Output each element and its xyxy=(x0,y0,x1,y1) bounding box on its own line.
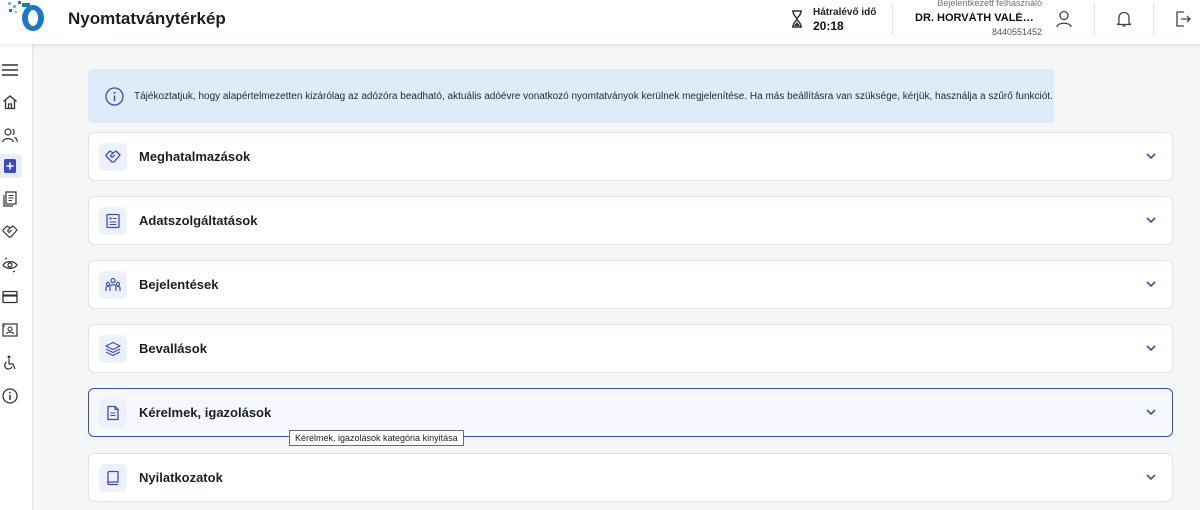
eye-exchange-icon[interactable] xyxy=(1,256,19,274)
info-banner: Tájékoztatjuk, hogy alapértelmezetten ki… xyxy=(88,69,1054,123)
chevron-down-icon[interactable] xyxy=(1144,213,1158,227)
sidebar xyxy=(0,44,33,510)
category-kerelmek-igazolasok[interactable]: Kérelmek, igazolások xyxy=(88,388,1173,437)
info-icon[interactable] xyxy=(1,387,19,405)
timer-label: Hátralévő idő xyxy=(813,7,877,18)
top-header: Nyomtatványtérkép Hátralévő idő 20:18 Be… xyxy=(0,0,1200,44)
header-divider xyxy=(892,4,893,34)
book-icon xyxy=(99,463,127,492)
header-divider xyxy=(1153,4,1154,34)
add-document-icon[interactable] xyxy=(0,154,22,178)
chevron-down-icon[interactable] xyxy=(1144,277,1158,291)
logout-button[interactable] xyxy=(1172,8,1194,30)
home-icon[interactable] xyxy=(1,93,19,111)
category-title: Bejelentések xyxy=(139,277,219,292)
bell-icon xyxy=(1116,11,1132,27)
user-icon xyxy=(1056,10,1072,28)
hourglass-icon xyxy=(792,10,802,28)
list-document-icon xyxy=(99,206,127,235)
layers-icon xyxy=(99,334,127,363)
category-title: Adatszolgáltatások xyxy=(139,213,258,228)
menu-icon[interactable] xyxy=(1,61,19,79)
users-icon[interactable] xyxy=(1,126,19,144)
category-title: Meghatalmazások xyxy=(139,149,251,164)
handshake-icon xyxy=(99,142,127,171)
user-id: 8440551452 xyxy=(991,27,1042,37)
category-nyilatkozatok[interactable]: Nyilatkozatok xyxy=(88,453,1173,502)
category-meghatalmazasok[interactable]: Meghatalmazások xyxy=(88,132,1173,181)
chevron-down-icon[interactable] xyxy=(1144,470,1158,484)
page-title: Nyomtatványtérkép xyxy=(68,9,226,28)
id-card-icon[interactable] xyxy=(1,321,19,339)
category-title: Kérelmek, igazolások xyxy=(139,405,272,420)
nav-logo-icon[interactable] xyxy=(6,0,48,36)
card-icon[interactable] xyxy=(1,288,19,306)
handshake-icon[interactable] xyxy=(1,223,19,241)
user-caption: Bejelentkezett felhasználó xyxy=(937,0,1042,8)
user-name: DR. HORVÁTH VALÉRI… xyxy=(915,12,1040,24)
logout-icon xyxy=(1176,11,1191,27)
category-bevallasok[interactable]: Bevallások xyxy=(88,324,1173,373)
accessibility-icon[interactable] xyxy=(1,354,19,372)
profile-button[interactable] xyxy=(1053,8,1075,30)
info-circle-icon xyxy=(105,86,124,106)
chevron-down-icon[interactable] xyxy=(1144,341,1158,355)
header-divider xyxy=(1094,4,1095,34)
chevron-down-icon[interactable] xyxy=(1144,149,1158,163)
category-title: Bevallások xyxy=(139,341,207,356)
tooltip: Kérelmek, igazolások kategória kinyitása xyxy=(289,430,464,446)
notifications-button[interactable] xyxy=(1113,8,1135,30)
category-title: Nyilatkozatok xyxy=(139,470,223,485)
document-lines-icon xyxy=(99,398,127,427)
info-banner-text: Tájékoztatjuk, hogy alapértelmezetten ki… xyxy=(134,90,1053,102)
people-group-icon xyxy=(99,270,127,299)
category-bejelentesek[interactable]: Bejelentések xyxy=(88,260,1173,309)
chevron-down-icon[interactable] xyxy=(1144,405,1158,419)
documents-icon[interactable] xyxy=(1,190,19,208)
timer-value: 20:18 xyxy=(813,19,844,33)
category-adatszolgaltatasok[interactable]: Adatszolgáltatások xyxy=(88,196,1173,245)
